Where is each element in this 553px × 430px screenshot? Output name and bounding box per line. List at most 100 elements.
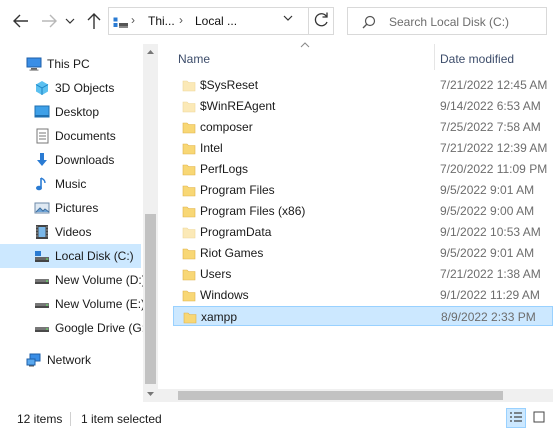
file-date-modified: 7/20/2022 11:09 PM [440, 162, 548, 176]
file-date-modified: 9/5/2022 9:01 AM [440, 246, 535, 260]
file-row[interactable]: composer 7/25/2022 7:58 AM [173, 117, 553, 137]
file-row[interactable]: xampp 8/9/2022 2:33 PM [173, 306, 553, 326]
column-header-name[interactable]: Name [178, 52, 210, 76]
file-name: PerfLogs [200, 162, 249, 176]
up-arrow-icon [87, 13, 101, 29]
desktop-icon [34, 105, 50, 118]
breadcrumb-this-pc[interactable]: Thi... [148, 14, 175, 28]
column-divider[interactable] [434, 44, 435, 70]
item-count: 12 items [17, 412, 63, 426]
sort-ascending-icon [300, 42, 310, 48]
file-date-modified: 7/21/2022 12:39 AM [440, 141, 548, 155]
drive-icon [35, 327, 49, 332]
folder-icon [182, 206, 196, 218]
file-name: xampp [201, 310, 238, 324]
address-history-icon[interactable] [283, 14, 293, 22]
scroll-down-icon[interactable] [146, 390, 155, 398]
search-box[interactable]: Search Local Disk (C:) [347, 7, 547, 35]
folder-icon [182, 269, 196, 281]
file-row[interactable]: Program Files (x86) 9/5/2022 9:00 AM [173, 201, 553, 221]
nav-item-videos[interactable]: Videos [0, 220, 141, 244]
selection-count: 1 item selected [81, 412, 162, 426]
pictures-icon [34, 202, 50, 214]
navigation-pane: This PC 3D Objects Desktop Documents Dow… [0, 44, 143, 402]
column-header-date-modified[interactable]: Date modified [440, 52, 514, 76]
local-disk-icon [35, 251, 49, 262]
file-name: Program Files (x86) [200, 204, 306, 218]
drive-icon [35, 279, 49, 284]
file-row[interactable]: Riot Games 9/5/2022 9:01 AM [173, 243, 553, 263]
folder-icon [182, 248, 196, 260]
horizontal-scroll-thumb[interactable] [178, 391, 503, 400]
back-arrow-icon [13, 14, 28, 28]
file-row[interactable]: Intel 7/21/2022 12:39 AM [173, 138, 553, 158]
file-row[interactable]: ProgramData 9/1/2022 10:53 AM [173, 222, 553, 242]
nav-scroll-thumb[interactable] [145, 214, 156, 384]
this-pc-small-icon [113, 17, 128, 28]
file-name: Users [200, 267, 232, 281]
nav-item-this-pc[interactable]: This PC [0, 52, 141, 76]
breadcrumb-local-disk[interactable]: Local ... [195, 14, 237, 28]
nav-item-documents[interactable]: Documents [0, 124, 141, 148]
address-bar[interactable]: › Thi... › Local ... [108, 7, 334, 35]
large-icons-view-icon [533, 411, 545, 423]
nav-item-downloads[interactable]: Downloads [0, 148, 141, 172]
file-row[interactable]: PerfLogs 7/20/2022 11:09 PM [173, 159, 553, 179]
file-list-pane: Name Date modified $SysReset 7/21/2022 12… [158, 42, 553, 402]
details-view-button[interactable] [506, 408, 526, 428]
file-date-modified: 9/1/2022 10:53 AM [440, 225, 541, 239]
refresh-button[interactable] [308, 7, 334, 35]
nav-item-network[interactable]: Network [0, 348, 141, 372]
search-icon [362, 15, 376, 29]
file-name: $SysReset [200, 78, 259, 92]
folder-icon [182, 143, 196, 155]
large-icons-view-button[interactable] [530, 408, 550, 428]
3d-objects-icon [35, 81, 49, 95]
file-date-modified: 7/25/2022 7:58 AM [440, 120, 541, 134]
nav-item-google-drive[interactable]: Google Drive (G:) [0, 316, 143, 340]
videos-icon [36, 225, 48, 239]
file-date-modified: 8/9/2022 2:33 PM [441, 310, 536, 324]
navigation-toolbar: › Thi... › Local ... Search Local Disk (… [0, 0, 553, 44]
file-row[interactable]: Program Files 9/5/2022 9:01 AM [173, 180, 553, 200]
file-row[interactable]: Users 7/21/2022 1:38 AM [173, 264, 553, 284]
folder-icon [182, 80, 196, 92]
file-row[interactable]: $SysReset 7/21/2022 12:45 AM [173, 75, 553, 95]
file-name: Intel [200, 141, 223, 155]
recent-locations-button[interactable] [64, 10, 76, 32]
forward-button[interactable] [40, 10, 60, 32]
file-name: ProgramData [200, 225, 272, 239]
nav-pane-scrollbar[interactable] [143, 44, 158, 402]
file-name: $WinREAgent [200, 99, 276, 113]
horizontal-scrollbar[interactable] [158, 389, 553, 402]
back-button[interactable] [12, 10, 32, 32]
file-name: Riot Games [200, 246, 264, 260]
folder-icon [182, 290, 196, 302]
file-date-modified: 9/5/2022 9:00 AM [440, 204, 535, 218]
status-divider [70, 412, 71, 426]
nav-item-local-disk[interactable]: Local Disk (C:) [0, 244, 141, 268]
file-row[interactable]: Windows 9/1/2022 11:29 AM [173, 285, 553, 305]
nav-item-new-volume-e[interactable]: New Volume (E:) [0, 292, 143, 316]
file-date-modified: 9/5/2022 9:01 AM [440, 183, 535, 197]
status-bar: 12 items 1 item selected [0, 402, 553, 430]
music-icon [36, 177, 46, 191]
forward-arrow-icon [42, 14, 57, 28]
network-icon [26, 353, 41, 367]
nav-item-3d-objects[interactable]: 3D Objects [0, 76, 141, 100]
folder-icon [182, 164, 196, 176]
details-view-icon [510, 412, 522, 422]
up-button[interactable] [85, 10, 105, 32]
file-row[interactable]: $WinREAgent 9/14/2022 6:53 AM [173, 96, 553, 116]
folder-icon [182, 101, 196, 113]
file-name: Program Files [200, 183, 275, 197]
folder-icon [182, 227, 196, 239]
documents-icon [36, 128, 49, 144]
folder-icon [182, 122, 196, 134]
nav-item-music[interactable]: Music [0, 172, 141, 196]
nav-item-new-volume-d[interactable]: New Volume (D:) [0, 268, 143, 292]
scroll-up-icon[interactable] [146, 48, 155, 56]
nav-item-desktop[interactable]: Desktop [0, 100, 141, 124]
breadcrumb-separator: › [179, 13, 183, 27]
nav-item-pictures[interactable]: Pictures [0, 196, 141, 220]
